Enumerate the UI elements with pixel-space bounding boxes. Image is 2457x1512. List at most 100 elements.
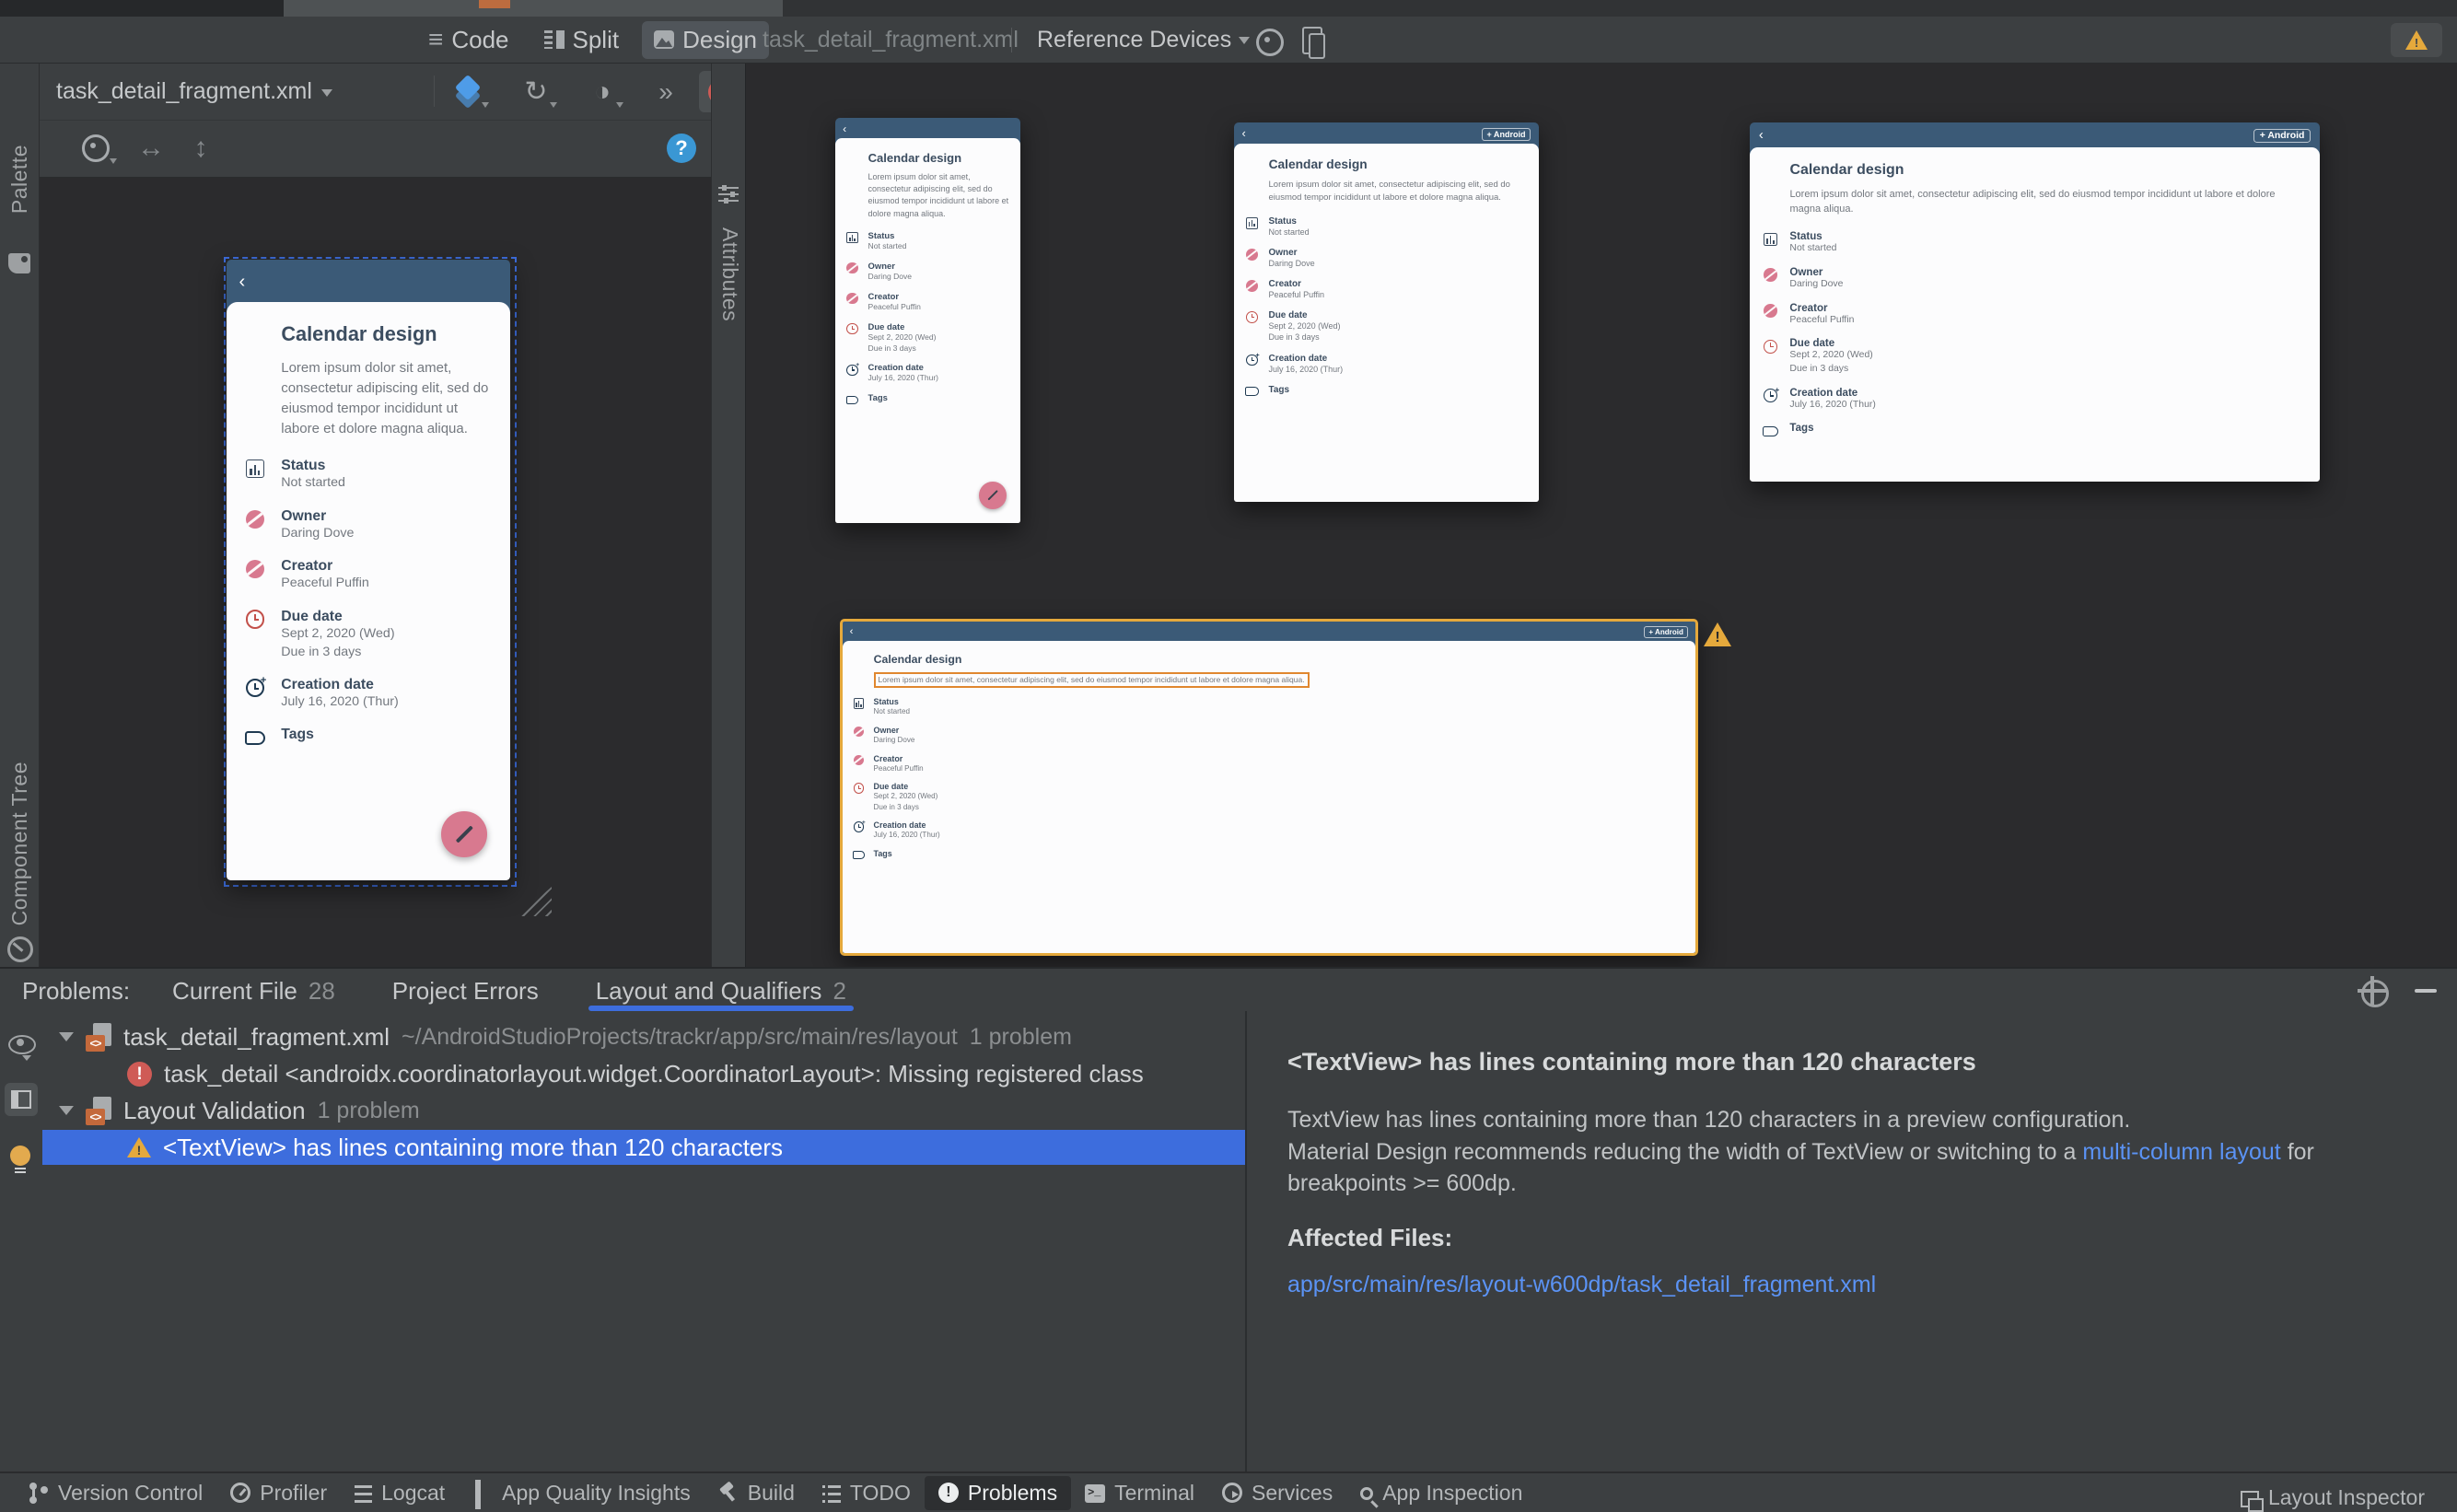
- tag-icon: [845, 393, 859, 405]
- toolbar-item-profiler[interactable]: Profiler: [216, 1476, 341, 1510]
- gear-icon[interactable]: [2358, 976, 2389, 1007]
- field-status: Status Not started: [243, 458, 493, 493]
- warning-icon: [2405, 30, 2428, 50]
- hammer-icon: [718, 1483, 739, 1503]
- toolbar-item-layout-inspector[interactable]: Layout Inspector: [2227, 1473, 2439, 1512]
- tree-row-file[interactable]: task_detail_fragment.xml ~/AndroidStudio…: [42, 1018, 1245, 1055]
- field-label: Due date: [873, 782, 909, 792]
- toolbar-item-problems[interactable]: Problems: [924, 1475, 1072, 1510]
- field-value: Sept 2, 2020 (Wed): [1268, 320, 1341, 331]
- palette-icon[interactable]: [8, 253, 30, 273]
- status-icon: [1762, 231, 1779, 256]
- visualization-toggle[interactable]: [1256, 29, 1284, 61]
- reference-device-tablet[interactable]: ‹ + Android Calendar design Lorem ipsum …: [1750, 122, 2320, 482]
- sidebar-tab-attributes[interactable]: Attributes: [717, 227, 742, 321]
- reference-device-foldable[interactable]: ‹ + Android Calendar design Lorem ipsum …: [1234, 122, 1539, 502]
- reference-devices-dropdown[interactable]: Reference Devices: [1037, 17, 1251, 63]
- editor-device-preview[interactable]: ‹ + Android Calendar design Lorem ipsum …: [227, 260, 510, 880]
- field-status: Status Not started: [1244, 216, 1527, 238]
- back-arrow-icon: ‹: [239, 271, 246, 292]
- tab-split[interactable]: Split: [532, 21, 632, 59]
- file-path: ~/AndroidStudioProjects/trackr/app/src/m…: [402, 1023, 958, 1050]
- file-selector[interactable]: task_detail_fragment.xml: [56, 64, 332, 120]
- eye-icon[interactable]: [8, 1035, 36, 1054]
- creation-date-clock-icon: +: [243, 675, 267, 712]
- variants-button[interactable]: [447, 73, 489, 111]
- sidebar-tab-component-tree[interactable]: Component Tree: [7, 762, 32, 925]
- theme-button[interactable]: ◑: [581, 73, 623, 111]
- panel-layout-toggle[interactable]: [5, 1083, 38, 1116]
- task-fields: Status Not started Owner Daring Dove Creator…: [243, 458, 493, 745]
- task-detail-card: Calendar design Lorem ipsum dolor sit am…: [1234, 144, 1539, 502]
- tab-label: Current File: [172, 976, 297, 1005]
- field-value: Daring Dove: [873, 735, 915, 744]
- field-label: Tags: [281, 727, 314, 743]
- item-label: Build: [747, 1480, 795, 1505]
- sidebar-tab-palette[interactable]: Palette: [7, 145, 32, 214]
- tab-design[interactable]: Design: [642, 20, 770, 59]
- tree-row-layout-validation[interactable]: Layout Validation 1 problem: [42, 1092, 1245, 1129]
- tag-icon: [1244, 385, 1259, 396]
- sliders-icon[interactable]: [718, 185, 739, 205]
- overflow-actions-button[interactable]: »: [649, 73, 682, 111]
- component-tree-icon[interactable]: [7, 936, 33, 962]
- toolbar-item-app-inspection[interactable]: App Inspection: [1346, 1476, 1536, 1510]
- lightbulb-icon[interactable]: [10, 1146, 30, 1169]
- field-value: Due in 3 days: [873, 802, 919, 811]
- toolbar-item-terminal[interactable]: Terminal: [1071, 1476, 1208, 1510]
- creation-date-clock-icon: +: [845, 362, 859, 384]
- preview-panel-toolbar: task_detail_fragment.xml ↻ ◑ »: [40, 64, 743, 121]
- item-label: Layout Inspector: [2267, 1485, 2425, 1509]
- field-label: Status: [1789, 231, 1822, 243]
- toolbar-item-services[interactable]: Services: [1208, 1476, 1346, 1510]
- reference-device-desktop-warning[interactable]: ‹ + Android Calendar design Lorem ipsum …: [840, 619, 1698, 956]
- minimize-icon[interactable]: [2415, 989, 2437, 993]
- field-value: Daring Dove: [1789, 278, 1844, 289]
- field-text: Due date Sept 2, 2020 (Wed) Due in 3 days: [868, 322, 937, 355]
- zoom-to-fit-horizontal-button[interactable]: ↔: [130, 129, 172, 168]
- android-chip: + Android: [1481, 127, 1531, 141]
- tree-row-warning-selected[interactable]: <TextView> has lines containing more tha…: [42, 1130, 1245, 1165]
- tab-current-file[interactable]: Current File 28: [172, 969, 335, 1013]
- tab-count: 28: [308, 976, 335, 1005]
- tree-row-error[interactable]: task_detail <androidx.coordinatorlayout.…: [42, 1055, 1245, 1092]
- tab-layout-and-qualifiers[interactable]: Layout and Qualifiers 2: [588, 969, 855, 1013]
- multi-column-layout-link[interactable]: multi-column layout: [2082, 1139, 2280, 1165]
- field-tags: Tags: [845, 393, 1010, 405]
- view-options-button[interactable]: [75, 129, 117, 168]
- field-tags: Tags: [852, 849, 1685, 859]
- help-button[interactable]: ?: [667, 134, 696, 163]
- tab-project-errors[interactable]: Project Errors: [392, 969, 539, 1013]
- orientation-button[interactable]: ↻: [515, 73, 557, 111]
- field-creation-date: + Creation date July 16, 2020 (Thur): [845, 362, 1010, 384]
- project-panel-edge: [0, 0, 284, 17]
- preview-file-label[interactable]: task_detail_fragment.xml: [763, 17, 1019, 63]
- zoom-to-fit-vertical-button[interactable]: ↕: [180, 129, 222, 168]
- task-title: Calendar design: [868, 150, 962, 165]
- field-label: Owner: [1268, 247, 1298, 258]
- field-value: Peaceful Puffin: [1268, 289, 1324, 299]
- toolbar-item-todo[interactable]: TODO: [809, 1476, 925, 1510]
- toolbar-item-version-control[interactable]: Version Control: [15, 1476, 216, 1510]
- editor-tab-sliver[interactable]: [284, 0, 783, 17]
- reference-device-phone[interactable]: ‹ + Android Calendar design Lorem ipsum …: [835, 118, 1020, 523]
- layout-warning-badge[interactable]: [1704, 622, 1731, 651]
- toolbar-item-app-quality-insights[interactable]: App Quality Insights: [459, 1476, 704, 1510]
- problems-panel-label: Problems:: [22, 976, 131, 1005]
- file-name: task_detail_fragment.xml: [123, 1022, 390, 1051]
- affected-file-link[interactable]: app/src/main/res/layout-w600dp/task_deta…: [1287, 1269, 2416, 1301]
- field-text: Creator Peaceful Puffin: [281, 558, 369, 593]
- field-value: July 16, 2020 (Thur): [868, 373, 939, 383]
- warning-icon: [1704, 622, 1731, 646]
- duplicate-devices-icon[interactable]: [1302, 27, 1325, 59]
- toolbar-warning-toggle[interactable]: [2391, 23, 2442, 57]
- field-tags: Tags: [1244, 385, 1527, 396]
- tab-code[interactable]: ≡ Code: [416, 21, 521, 59]
- panel-icon: [11, 1090, 31, 1109]
- preview-resize-handle[interactable]: [518, 887, 552, 916]
- field-label: Due date: [281, 608, 343, 624]
- toolbar-item-logcat[interactable]: Logcat: [341, 1476, 459, 1510]
- chevron-down-icon: [110, 158, 117, 168]
- toolbar-item-build[interactable]: Build: [704, 1476, 809, 1510]
- field-status: Status Not started: [852, 697, 1685, 716]
